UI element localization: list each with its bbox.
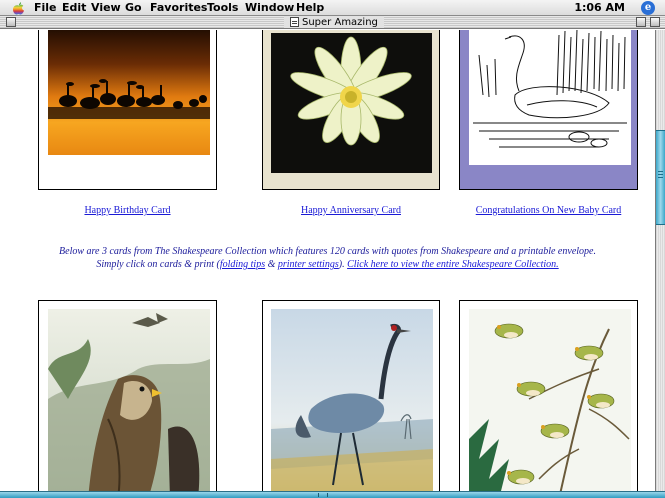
swan-sketch-art	[469, 30, 631, 165]
menu-tools[interactable]: Tools	[207, 1, 238, 14]
window-title-text: Super Amazing	[302, 16, 378, 28]
internet-explorer-icon[interactable]: e	[641, 1, 655, 15]
birds-painting-art	[469, 309, 631, 491]
menu-favorites[interactable]: Favorites	[150, 1, 207, 14]
crane-card-image[interactable]	[262, 300, 440, 491]
anniversary-card-link[interactable]: Happy Anniversary Card	[262, 205, 440, 216]
birds-card-image[interactable]	[459, 300, 638, 491]
vertical-scroll-thumb[interactable]	[656, 130, 665, 225]
resize-grip-icon[interactable]	[318, 493, 328, 497]
crane-painting-art	[271, 309, 433, 491]
menu-view[interactable]: View	[91, 1, 121, 14]
collapse-box-button[interactable]	[650, 17, 660, 27]
page-content: Happy Birthday Card Happy Anniversary Ca…	[0, 30, 655, 491]
lotus-flower-art	[271, 33, 432, 173]
birthday-card-image[interactable]	[38, 30, 217, 190]
instructions-amp: &	[265, 259, 278, 270]
collection-instructions: Simply click on cards & print (folding t…	[0, 259, 655, 270]
horizontal-scrollbar[interactable]	[0, 491, 665, 498]
menu-file[interactable]: File	[34, 1, 57, 14]
collection-description: Below are 3 cards from The Shakespeare C…	[59, 246, 596, 257]
window-title-bar[interactable]: Super Amazing	[0, 16, 665, 29]
instructions-prefix: Simply click on cards & print (	[96, 259, 220, 270]
new-baby-card-link[interactable]: Congratulations On New Baby Card	[459, 205, 638, 216]
new-baby-card-image[interactable]	[459, 30, 638, 190]
window-title: Super Amazing	[284, 16, 384, 28]
menu-window[interactable]: Window	[245, 1, 294, 14]
menu-help[interactable]: Help	[296, 1, 324, 14]
hawk-painting-art	[48, 309, 210, 491]
zoom-box-button[interactable]	[636, 17, 646, 27]
view-collection-link[interactable]: Click here to view the entire Shakespear…	[347, 259, 559, 270]
instructions-mid: ).	[338, 259, 348, 270]
vertical-scrollbar[interactable]	[655, 30, 665, 491]
birthday-card-link[interactable]: Happy Birthday Card	[40, 205, 215, 216]
folding-tips-link[interactable]: folding tips	[220, 259, 265, 270]
printer-settings-link[interactable]: printer settings	[278, 259, 339, 270]
menu-go[interactable]: Go	[125, 1, 142, 14]
anniversary-card-image[interactable]	[262, 30, 440, 190]
menu-edit[interactable]: Edit	[62, 1, 86, 14]
menubar-clock: 1:06 AM	[574, 1, 625, 14]
hawk-card-image[interactable]	[38, 300, 217, 491]
pelicans-sunset-art	[48, 30, 210, 155]
apple-menu-icon[interactable]	[12, 1, 25, 15]
close-box-button[interactable]	[6, 17, 16, 27]
menu-bar: File Edit View Go Favorites Tools Window…	[0, 0, 665, 16]
document-icon	[290, 17, 299, 27]
